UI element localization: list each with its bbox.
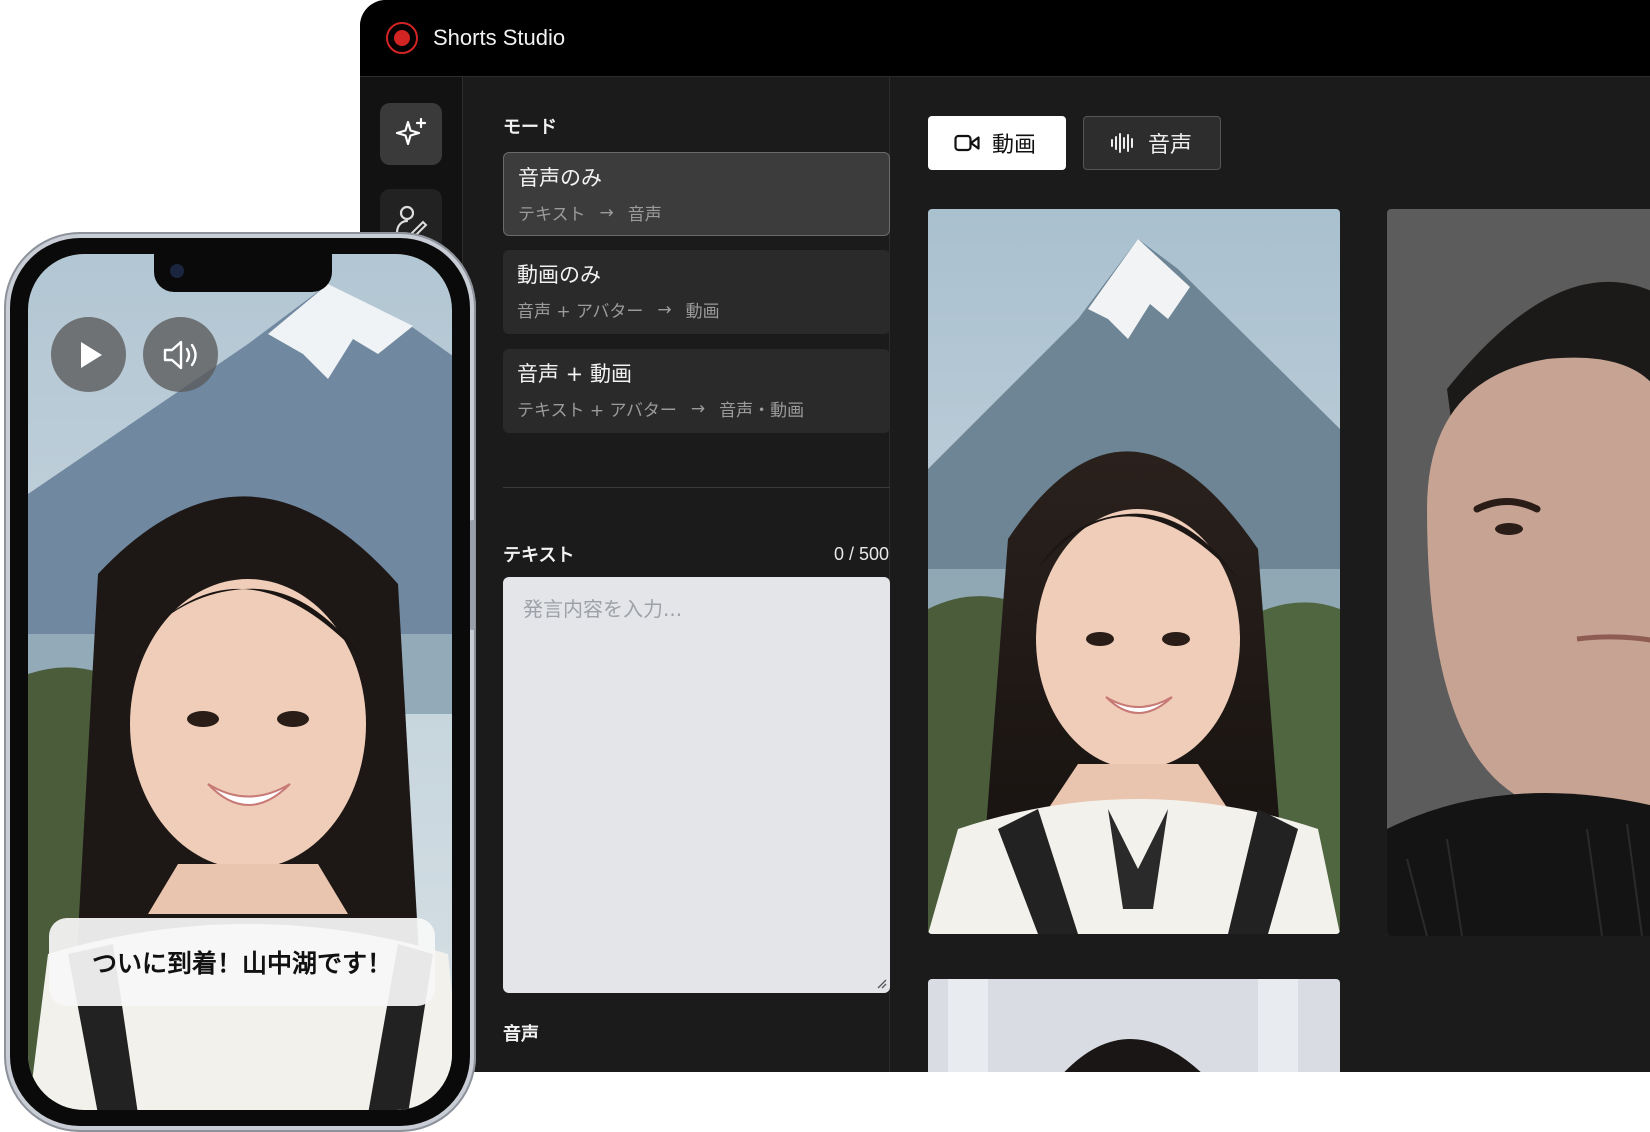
mode-to: 音声・動画 — [719, 401, 805, 421]
mode-flow: テキスト + アバター → 音声・動画 — [517, 396, 876, 422]
mode-label: モード — [503, 117, 557, 138]
play-icon — [80, 341, 102, 368]
arrow-right-icon: → — [657, 299, 672, 320]
mode-from: テキスト — [518, 205, 586, 225]
section-divider — [503, 487, 890, 488]
mode-to: 動画 — [685, 302, 720, 322]
speech-text-input[interactable] — [503, 577, 890, 993]
phone-screen: ついに到着！山中湖です！ — [28, 254, 452, 1110]
form-panel: モード 音声のみ テキスト → 音声 動画のみ 音声 + アバター → 動画 音… — [463, 77, 890, 1072]
speaker-icon — [163, 340, 197, 369]
mode-from: 音声 + アバター — [517, 302, 644, 322]
phone-bezel: ついに到着！山中湖です！ — [10, 238, 470, 1126]
mode-from: テキスト + アバター — [517, 401, 677, 421]
sidebar-item-generate[interactable] — [380, 103, 442, 165]
tab-audio[interactable]: 音声 — [1083, 116, 1221, 170]
subtitle-caption: ついに到着！山中湖です！ — [49, 918, 435, 1006]
avatar-card-woman-indoor[interactable] — [928, 979, 1340, 1072]
voice-label: 音声 — [503, 1024, 539, 1045]
title-bar: Shorts Studio — [360, 0, 1650, 77]
tab-video[interactable]: 動画 — [928, 116, 1066, 170]
mode-title: 動画のみ — [517, 263, 601, 287]
avatar-image — [928, 979, 1340, 1072]
play-button[interactable] — [51, 317, 126, 392]
phone-side-button — [470, 520, 475, 630]
resize-grip-icon[interactable] — [875, 977, 887, 989]
phone-notch — [154, 254, 332, 292]
app-title: Shorts Studio — [433, 25, 566, 50]
mode-title: 音声のみ — [518, 166, 602, 190]
mode-option-video-only[interactable]: 動画のみ 音声 + アバター → 動画 — [503, 250, 890, 334]
avatar-card-man[interactable] — [1387, 209, 1650, 936]
tab-label: 動画 — [992, 133, 1037, 158]
avatar-gallery: 動画 音声 — [890, 77, 1650, 1072]
mode-option-audio-video[interactable]: 音声 + 動画 テキスト + アバター → 音声・動画 — [503, 349, 890, 433]
avatar-image — [1387, 209, 1650, 936]
tab-label: 音声 — [1148, 133, 1193, 158]
app-window: Shorts Studio モード 音声のみ テキスト → 音声 動画のみ 音声… — [360, 0, 1650, 1072]
avatar-image — [928, 209, 1340, 934]
video-camera-icon — [954, 134, 980, 152]
mode-flow: 音声 + アバター → 動画 — [517, 297, 876, 323]
record-logo-icon — [386, 22, 418, 54]
mode-flow: テキスト → 音声 — [518, 200, 875, 226]
text-label: テキスト — [503, 545, 575, 566]
character-counter: 0 / 500 — [833, 544, 889, 564]
mode-to: 音声 — [627, 205, 662, 225]
sparkle-icon — [395, 117, 427, 146]
mode-option-audio-only[interactable]: 音声のみ テキスト → 音声 — [503, 152, 890, 236]
arrow-right-icon: → — [599, 202, 614, 223]
avatar-card-woman-mountain[interactable] — [928, 209, 1340, 934]
arrow-right-icon: → — [690, 398, 706, 419]
phone-preview: ついに到着！山中湖です！ — [4, 232, 476, 1132]
waveform-icon — [1111, 133, 1133, 153]
sound-button[interactable] — [143, 317, 218, 392]
mode-title: 音声 + 動画 — [517, 362, 632, 386]
